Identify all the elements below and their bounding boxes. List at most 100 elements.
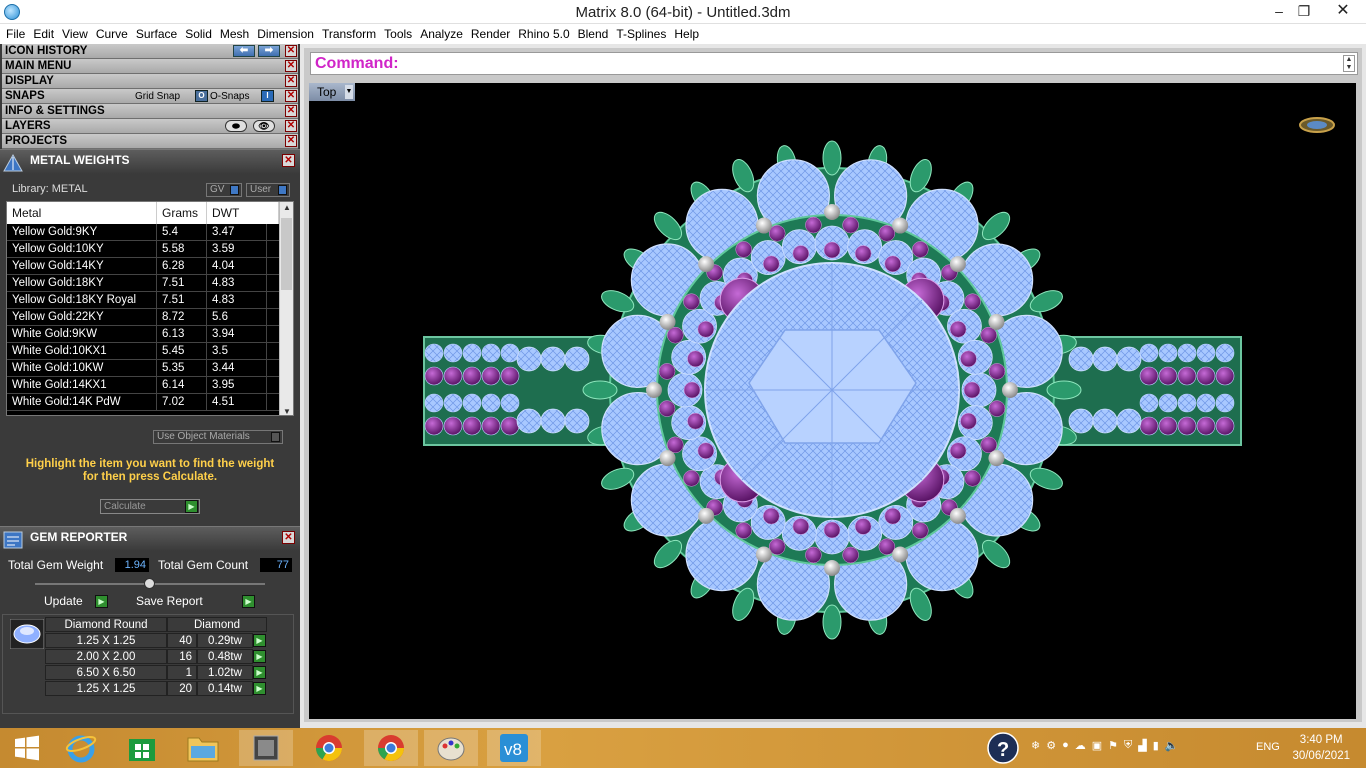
menu-surface[interactable]: Surface — [132, 27, 181, 41]
table-row[interactable]: Yellow Gold:18KY Royal 7.51 4.83 — [7, 292, 279, 309]
close-icon[interactable]: ✕ — [285, 60, 297, 72]
play-icon[interactable]: ▶ — [185, 500, 198, 513]
table-row[interactable]: Yellow Gold:14KY 6.28 4.04 — [7, 258, 279, 275]
scroll-thumb[interactable] — [281, 218, 292, 290]
shield-icon[interactable]: ⛨ — [1124, 739, 1132, 752]
menu-tsplines[interactable]: T-Splines — [612, 27, 670, 41]
menu-tools[interactable]: Tools — [380, 27, 416, 41]
menu-analyze[interactable]: Analyze — [416, 27, 467, 41]
table-row-partial[interactable] — [7, 411, 279, 415]
viewport-top[interactable]: Top ▼ — [309, 83, 1356, 719]
table-row[interactable]: White Gold:10KX1 5.45 3.5 — [7, 343, 279, 360]
start-button[interactable] — [0, 730, 54, 766]
play-icon[interactable]: ▶ — [242, 595, 255, 608]
osnaps-toggle[interactable]: O-Snaps — [210, 90, 249, 104]
snowflake-icon[interactable]: ❄ — [1031, 739, 1040, 752]
gv-toggle[interactable]: GV — [206, 183, 242, 197]
menu-rhino[interactable]: Rhino 5.0 — [514, 27, 573, 41]
close-icon[interactable]: ✕ — [285, 45, 297, 57]
close-icon[interactable]: ✕ — [285, 105, 297, 117]
user-toggle[interactable]: User — [246, 183, 290, 197]
slider-handle[interactable] — [144, 578, 155, 589]
table-row[interactable]: White Gold:14K PdW 7.02 4.51 — [7, 394, 279, 411]
close-icon[interactable]: ✕ — [285, 75, 297, 87]
signal-icon[interactable]: ▟ — [1138, 739, 1146, 752]
lock-layer-icon[interactable]: ⬬ — [225, 120, 247, 132]
close-icon[interactable]: ✕ — [285, 90, 297, 102]
chrome-taskbar[interactable] — [302, 730, 356, 766]
save-report-button[interactable]: Save Report — [136, 594, 203, 609]
col-metal[interactable]: Metal — [7, 202, 157, 224]
main-menu-header[interactable]: MAIN MENU ✕ — [2, 59, 298, 74]
scroll-down-icon[interactable]: ▼ — [280, 407, 293, 415]
menu-edit[interactable]: Edit — [29, 27, 58, 41]
cloud-icon[interactable]: ☁ — [1075, 739, 1086, 752]
table-row[interactable]: Yellow Gold:22KY 8.72 5.6 — [7, 309, 279, 326]
command-line[interactable]: Command: ▲ ▼ — [310, 52, 1358, 75]
file-explorer-taskbar[interactable] — [176, 730, 230, 766]
menu-render[interactable]: Render — [467, 27, 514, 41]
clock[interactable]: 3:40 PM 30/06/2021 — [1292, 732, 1350, 764]
volume-icon[interactable]: 🔈 — [1165, 739, 1179, 752]
projects-header[interactable]: PROJECTS ✕ — [2, 134, 298, 149]
menu-dimension[interactable]: Dimension — [253, 27, 318, 41]
device-icon[interactable]: ▣ — [1092, 739, 1102, 752]
menu-file[interactable]: File — [2, 27, 29, 41]
gear-icon[interactable]: ⚙ — [1046, 739, 1056, 752]
menu-blend[interactable]: Blend — [574, 27, 613, 41]
col-dwt[interactable]: DWT — [207, 202, 279, 224]
restore-button[interactable]: ❐ — [1289, 0, 1319, 22]
table-row[interactable]: Yellow Gold:9KY 5.4 3.47 — [7, 224, 279, 241]
scroll-up-icon[interactable]: ▲ — [280, 203, 293, 212]
display-header[interactable]: DISPLAY ✕ — [2, 74, 298, 89]
menu-curve[interactable]: Curve — [92, 27, 132, 41]
paint-taskbar[interactable] — [424, 730, 478, 766]
icon-history-header[interactable]: ICON HISTORY ⬅ ➡ ✕ — [2, 44, 298, 59]
help-taskbar[interactable]: ? — [980, 730, 1026, 766]
menu-view[interactable]: View — [58, 27, 92, 41]
col-grams[interactable]: Grams — [157, 202, 207, 224]
close-button[interactable]: ✕ — [1320, 0, 1366, 22]
beats-icon[interactable]: ● — [1062, 739, 1069, 752]
back-arrow-icon[interactable]: ⬅ — [233, 45, 255, 57]
menu-mesh[interactable]: Mesh — [216, 27, 253, 41]
command-history-spinner[interactable]: ▲ ▼ — [1343, 55, 1355, 72]
battery-icon[interactable]: ▮ — [1153, 739, 1159, 752]
close-icon[interactable]: ✕ — [282, 531, 295, 544]
menu-solid[interactable]: Solid — [181, 27, 216, 41]
table-row[interactable]: White Gold:10KW 5.35 3.44 — [7, 360, 279, 377]
grid-snap-indicator-icon[interactable]: O — [195, 90, 208, 102]
osnaps-indicator-icon[interactable]: I — [261, 90, 274, 102]
table-row[interactable]: Yellow Gold:18KY 7.51 4.83 — [7, 275, 279, 292]
store-taskbar[interactable] — [115, 730, 169, 766]
forward-arrow-icon[interactable]: ➡ — [258, 45, 280, 57]
layers-header[interactable]: LAYERS ⬬ 👁 ✕ — [2, 119, 298, 134]
internet-explorer-taskbar[interactable] — [54, 730, 108, 766]
info-settings-header[interactable]: INFO & SETTINGS ✕ — [2, 104, 298, 119]
table-row[interactable]: Yellow Gold:10KY 5.58 3.59 — [7, 241, 279, 258]
close-icon[interactable]: ✕ — [282, 154, 295, 167]
chrome-taskbar-2[interactable] — [364, 730, 418, 766]
update-button[interactable]: Update — [44, 594, 83, 609]
table-row[interactable]: White Gold:14KX1 6.14 3.95 — [7, 377, 279, 394]
play-icon[interactable]: ▶ — [95, 595, 108, 608]
metal-table-scrollbar[interactable]: ▲ ▼ — [279, 202, 293, 415]
close-icon[interactable]: ✕ — [285, 120, 297, 132]
snaps-header[interactable]: SNAPS Grid Snap O O-Snaps I ✕ — [2, 89, 298, 104]
matrix-taskbar[interactable] — [239, 730, 293, 766]
table-row[interactable]: White Gold:9KW 6.13 3.94 — [7, 326, 279, 343]
round-diamond-icon[interactable] — [10, 619, 44, 649]
play-icon[interactable]: ▶ — [253, 634, 266, 647]
play-icon[interactable]: ▶ — [253, 666, 266, 679]
play-icon[interactable]: ▶ — [253, 682, 266, 695]
vectorworks-taskbar[interactable]: v8 — [487, 730, 541, 766]
grid-snap-toggle[interactable]: Grid Snap — [135, 90, 180, 104]
flag-icon[interactable]: ⚑ — [1108, 739, 1118, 752]
matrix-app-icon[interactable] — [4, 4, 20, 20]
close-icon[interactable]: ✕ — [285, 135, 297, 147]
language-indicator[interactable]: ENG — [1256, 741, 1280, 753]
eye-icon[interactable]: 👁 — [253, 120, 275, 132]
menu-transform[interactable]: Transform — [318, 27, 380, 41]
play-icon[interactable]: ▶ — [253, 650, 266, 663]
menu-help[interactable]: Help — [670, 27, 703, 41]
